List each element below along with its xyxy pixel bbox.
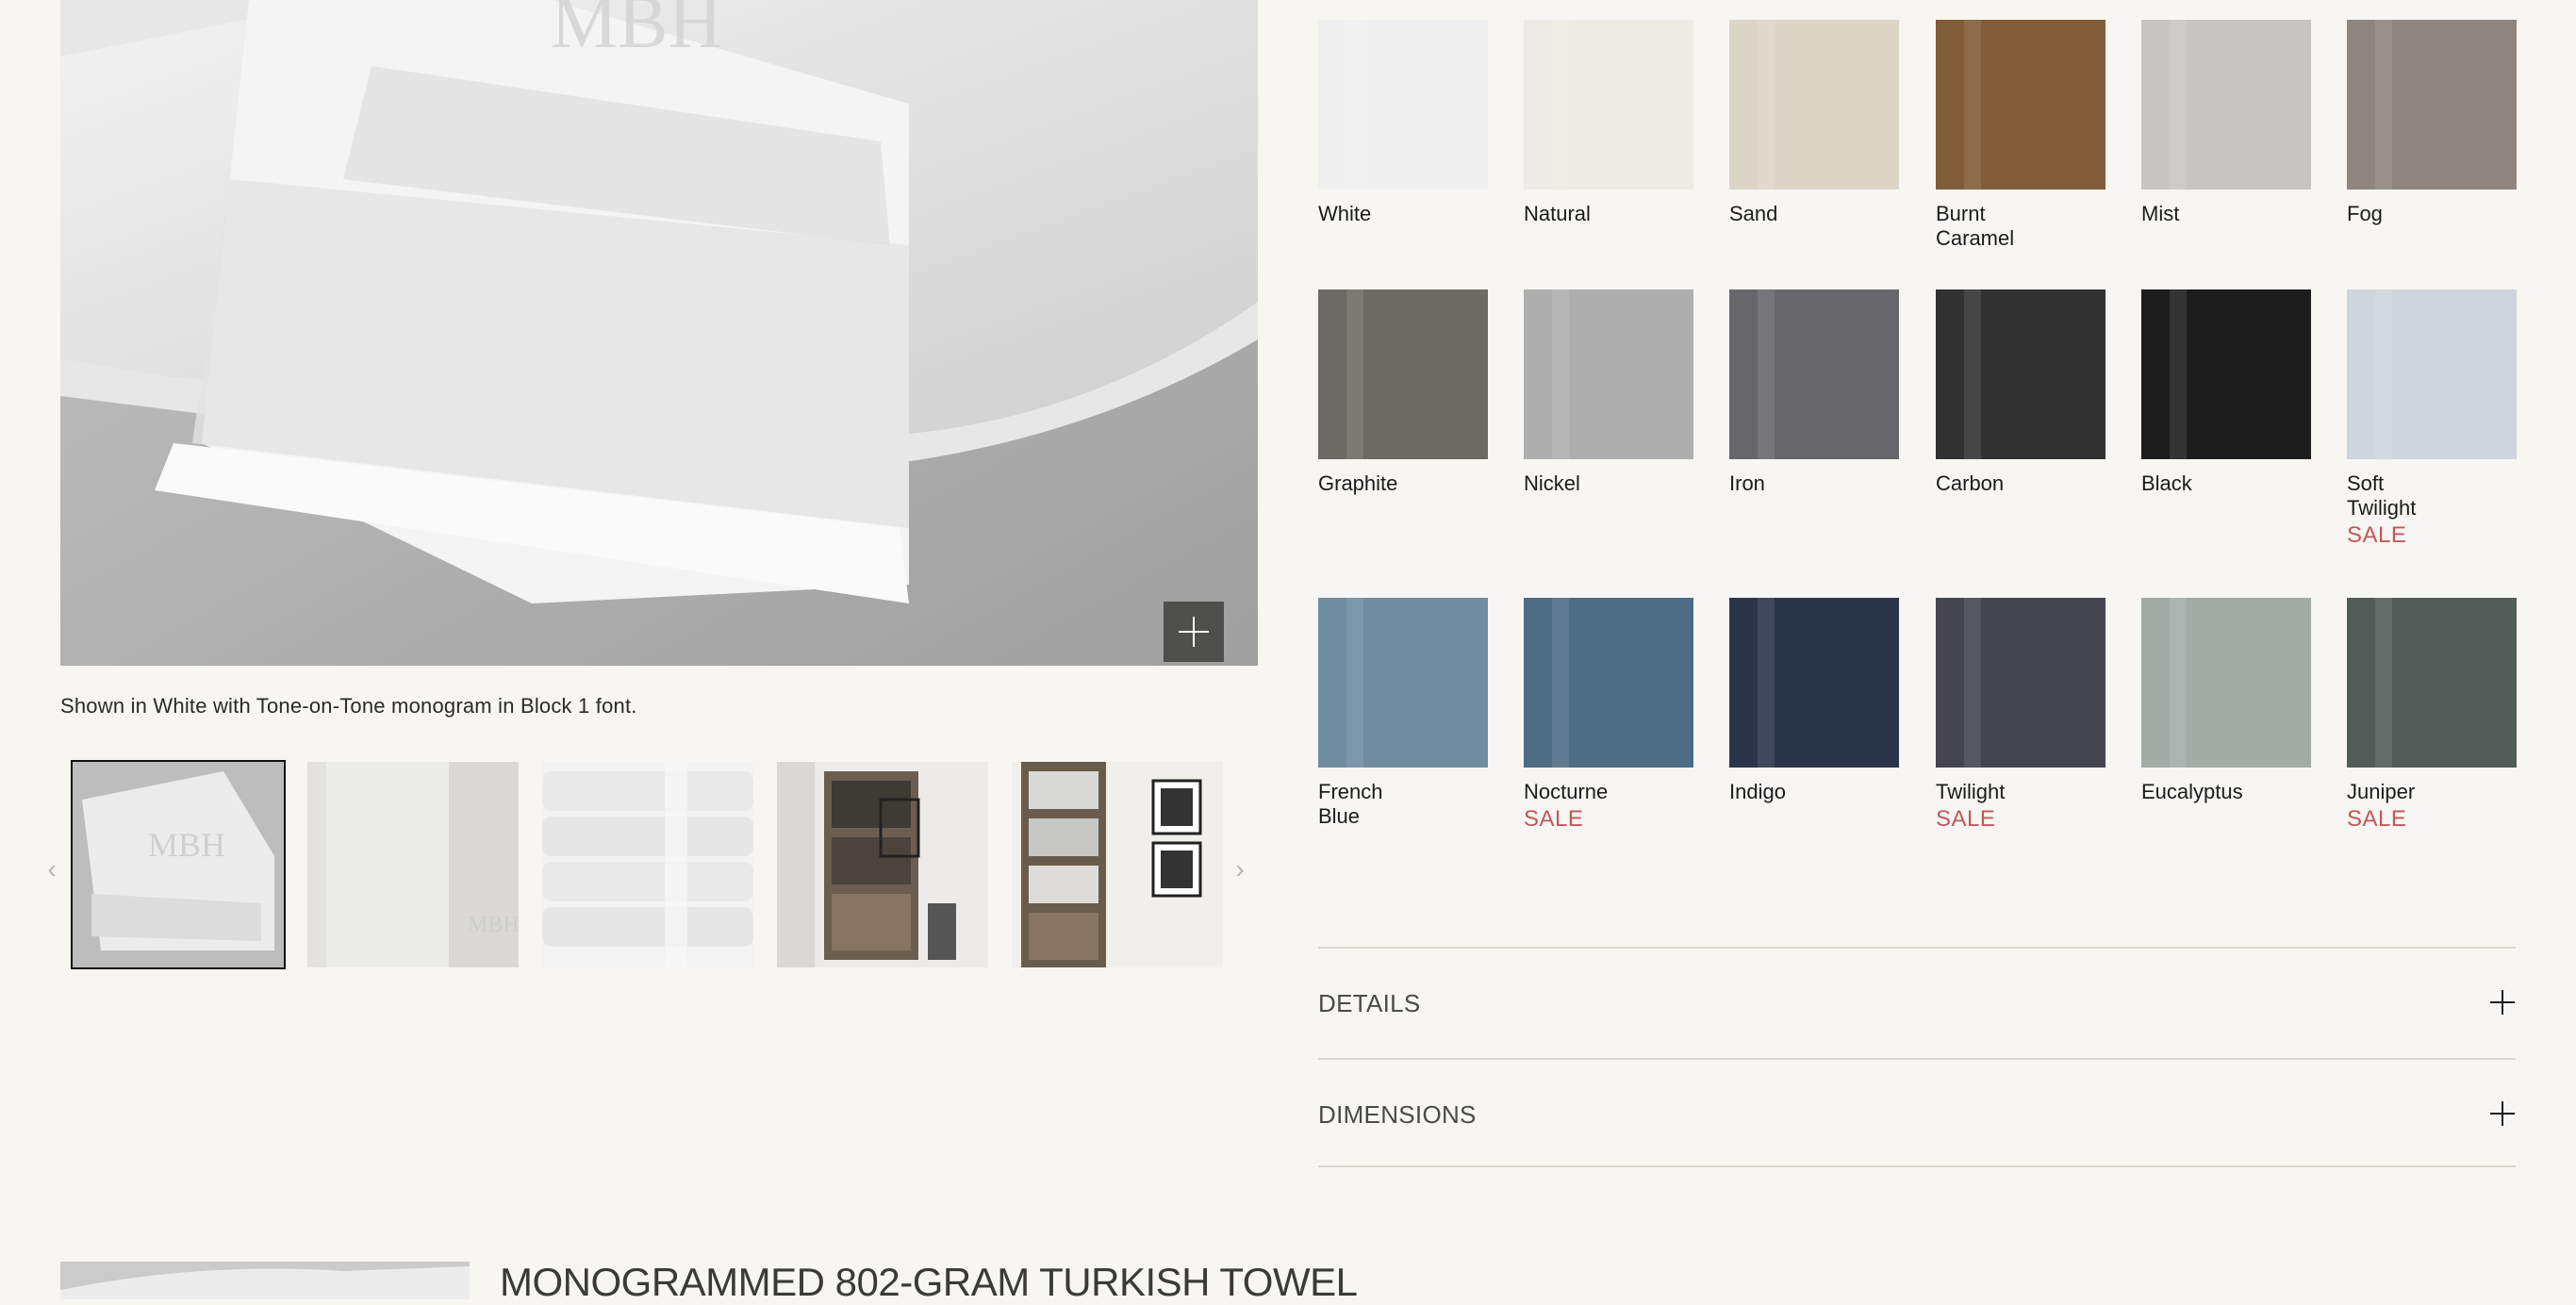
divider bbox=[1318, 1165, 2516, 1167]
bathroom-shelf-scene-thumb bbox=[777, 762, 988, 967]
sale-badge: SALE bbox=[1524, 806, 1584, 832]
swatch-fog[interactable] bbox=[2347, 20, 2517, 190]
swatch-white[interactable] bbox=[1318, 20, 1488, 190]
swatch-iron[interactable] bbox=[1729, 289, 1899, 459]
thumbnail-1[interactable]: MBH bbox=[71, 760, 286, 969]
swatch-label: Nocturne bbox=[1524, 780, 1609, 803]
swatch-label: Black bbox=[2141, 471, 2192, 495]
image-caption: Shown in White with Tone-on-Tone monogra… bbox=[60, 694, 637, 718]
details-plus-icon[interactable] bbox=[2489, 989, 2516, 1016]
swatch-mist[interactable] bbox=[2141, 20, 2311, 190]
swatch-juniper[interactable] bbox=[2347, 598, 2517, 768]
sale-badge: SALE bbox=[2347, 522, 2407, 548]
folded-towel-stack-thumb bbox=[542, 762, 753, 967]
thumbnail-5[interactable] bbox=[1012, 762, 1223, 967]
swatch-label: Sand bbox=[1729, 202, 1778, 225]
swatch-label: Mist bbox=[2141, 202, 2180, 225]
swatch-label: Natural bbox=[1524, 202, 1591, 225]
swatch-label: Nickel bbox=[1524, 471, 1580, 495]
swatch-label: Graphite bbox=[1318, 471, 1398, 495]
thumb-next-arrow[interactable]: › bbox=[1226, 852, 1254, 886]
swatch-burnt-caramel[interactable] bbox=[1936, 20, 2105, 190]
swatch-graphite[interactable] bbox=[1318, 289, 1488, 459]
swatch-label: Carbon bbox=[1936, 471, 2005, 495]
swatch-french-blue[interactable] bbox=[1318, 598, 1488, 768]
thumb-prev-arrow[interactable]: ‹ bbox=[38, 852, 66, 886]
product-hero-image[interactable]: MBH bbox=[60, 0, 1258, 666]
related-product-title[interactable]: MONOGRAMMED 802-GRAM TURKISH TOWEL bbox=[500, 1260, 1358, 1305]
divider bbox=[1318, 947, 2516, 949]
swatch-label: Fog bbox=[2347, 202, 2383, 225]
swatch-nickel[interactable] bbox=[1524, 289, 1693, 459]
svg-text:MBH: MBH bbox=[551, 0, 722, 64]
svg-text:MBH: MBH bbox=[148, 826, 225, 864]
swatch-black[interactable] bbox=[2141, 289, 2311, 459]
bookshelf-towel-scene-thumb bbox=[1012, 762, 1223, 967]
swatch-sand[interactable] bbox=[1729, 20, 1899, 190]
dimensions-accordion-label[interactable]: DIMENSIONS bbox=[1318, 1100, 1477, 1130]
monogrammed-towel-stack-thumb: MBH bbox=[73, 762, 284, 967]
zoom-button[interactable] bbox=[1164, 602, 1224, 662]
hanging-towel-monogram-thumb: MBH bbox=[307, 762, 519, 967]
swatch-label: Iron bbox=[1729, 471, 1765, 495]
swatch-label: Eucalyptus bbox=[2141, 780, 2243, 803]
swatch-label: Twilight bbox=[1936, 780, 2006, 803]
details-accordion-label[interactable]: DETAILS bbox=[1318, 989, 1421, 1018]
swatch-eucalyptus[interactable] bbox=[2141, 598, 2311, 768]
swatch-nocturne[interactable] bbox=[1524, 598, 1693, 768]
swatch-indigo[interactable] bbox=[1729, 598, 1899, 768]
sale-badge: SALE bbox=[2347, 806, 2407, 832]
svg-text:MBH: MBH bbox=[468, 913, 519, 937]
thumbnail-3[interactable] bbox=[542, 762, 753, 967]
thumbnail-2[interactable]: MBH bbox=[307, 762, 519, 967]
towel-thumb bbox=[60, 1262, 470, 1299]
swatch-twilight[interactable] bbox=[1936, 598, 2105, 768]
swatch-label: Juniper bbox=[2347, 780, 2416, 803]
swatch-natural[interactable] bbox=[1524, 20, 1693, 190]
plus-icon bbox=[1179, 617, 1209, 647]
swatch-carbon[interactable] bbox=[1936, 289, 2105, 459]
swatch-label: White bbox=[1318, 202, 1372, 225]
dimensions-plus-icon[interactable] bbox=[2489, 1100, 2516, 1127]
sale-badge: SALE bbox=[1936, 806, 1996, 832]
swatch-label: Burnt Caramel bbox=[1936, 202, 2015, 250]
related-product-image[interactable] bbox=[60, 1262, 470, 1299]
towel-illustration: MBH bbox=[60, 0, 1258, 666]
swatch-label: Soft Twilight bbox=[2347, 471, 2417, 520]
swatch-soft-twilight[interactable] bbox=[2347, 289, 2517, 459]
swatch-label: Indigo bbox=[1729, 780, 1786, 803]
swatch-label: French Blue bbox=[1318, 780, 1383, 828]
thumbnail-4[interactable] bbox=[777, 762, 988, 967]
divider bbox=[1318, 1058, 2516, 1060]
